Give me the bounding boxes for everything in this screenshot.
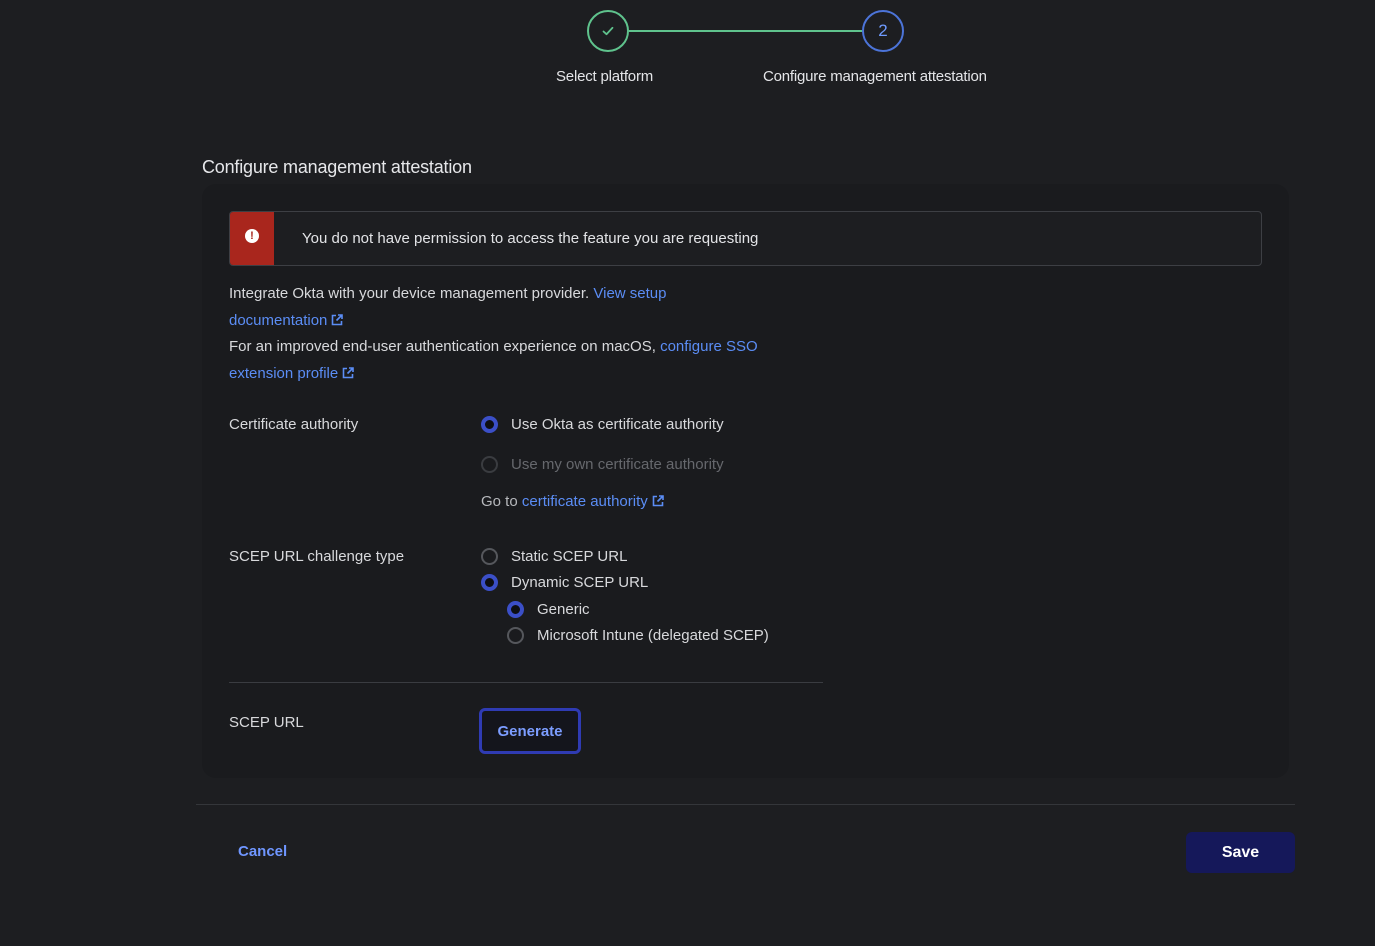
view-setup-documentation-link-cont[interactable]: documentation xyxy=(229,312,344,329)
radio-use-okta-ca[interactable]: Use Okta as certificate authority xyxy=(481,416,724,433)
step-2-label: Configure management attestation xyxy=(763,68,987,85)
configure-sso-link[interactable]: configure SSO xyxy=(660,338,758,355)
intro-line1-text: Integrate Okta with your device manageme… xyxy=(229,285,590,302)
external-link-icon xyxy=(332,313,344,325)
radio-microsoft-intune[interactable]: Microsoft Intune (delegated SCEP) xyxy=(507,627,769,644)
scep-url-label: SCEP URL xyxy=(229,714,304,731)
intro-line2-text: For an improved end-user authentication … xyxy=(229,338,656,355)
footer-divider xyxy=(196,804,1295,805)
radio-label: Generic xyxy=(537,601,590,618)
external-link-icon xyxy=(342,366,355,378)
scep-challenge-type-label: SCEP URL challenge type xyxy=(229,548,405,565)
alert-message: You do not have permission to access the… xyxy=(302,230,759,247)
step-2-current: 2 xyxy=(862,10,904,52)
step-1-complete xyxy=(587,10,629,52)
configure-sso-link-cont[interactable]: extension profile xyxy=(229,365,355,382)
permission-error-alert: ! You do not have permission to access t… xyxy=(229,211,1262,266)
section-divider xyxy=(229,682,823,683)
radio-button-checked[interactable] xyxy=(481,574,498,591)
radio-button[interactable] xyxy=(507,627,524,644)
radio-button-checked[interactable] xyxy=(481,416,498,433)
certificate-authority-label: Certificate authority xyxy=(229,416,359,433)
generate-button[interactable]: Generate xyxy=(479,708,581,754)
error-icon: ! xyxy=(245,229,259,243)
step-2-number: 2 xyxy=(878,21,888,40)
page-title: Configure management attestation xyxy=(202,157,472,177)
stepper-connector xyxy=(629,30,862,32)
settings-card xyxy=(202,184,1289,778)
goto-certificate-authority: Go to certificate authority xyxy=(481,493,665,510)
view-setup-documentation-link[interactable]: View setup xyxy=(593,285,666,302)
radio-label: Static SCEP URL xyxy=(511,548,628,565)
intro-text: Integrate Okta with your device manageme… xyxy=(229,281,829,387)
checkmark-icon xyxy=(602,26,614,36)
radio-label: Use my own certificate authority xyxy=(511,456,724,473)
step-1-label: Select platform xyxy=(556,68,654,85)
radio-button-disabled xyxy=(481,456,498,473)
radio-button-checked[interactable] xyxy=(507,601,524,618)
radio-dynamic-scep[interactable]: Dynamic SCEP URL xyxy=(481,574,648,591)
alert-icon-container: ! xyxy=(230,212,274,265)
radio-use-own-ca: Use my own certificate authority xyxy=(481,456,724,473)
radio-static-scep[interactable]: Static SCEP URL xyxy=(481,548,627,565)
radio-label: Use Okta as certificate authority xyxy=(511,416,724,433)
radio-generic[interactable]: Generic xyxy=(507,601,590,618)
cancel-button[interactable]: Cancel xyxy=(238,843,287,860)
external-link-icon xyxy=(652,495,664,507)
radio-label: Dynamic SCEP URL xyxy=(511,574,649,591)
certificate-authority-link[interactable]: certificate authority xyxy=(522,493,665,510)
radio-button[interactable] xyxy=(481,548,498,565)
save-button[interactable]: Save xyxy=(1186,832,1295,873)
radio-label: Microsoft Intune (delegated SCEP) xyxy=(537,627,769,644)
